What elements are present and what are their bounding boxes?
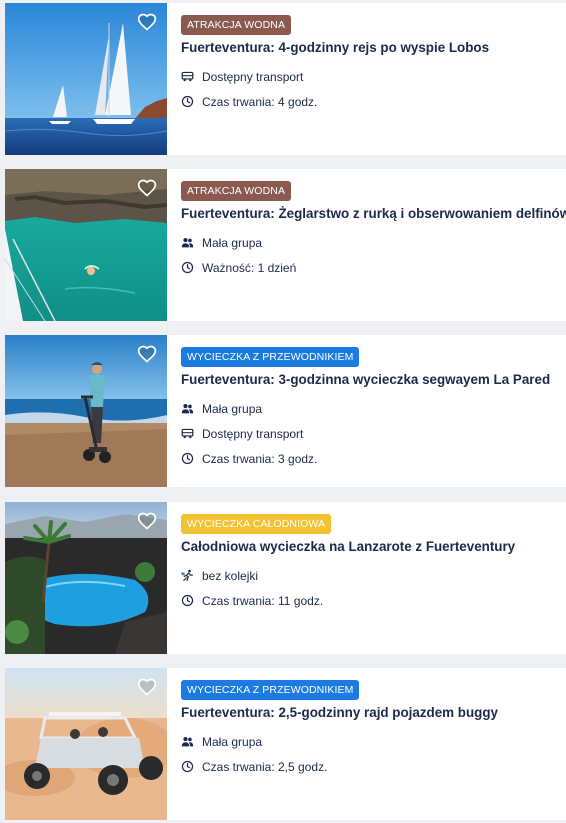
feature-text: Ważność: 1 dzień [202, 260, 297, 275]
activity-features: Mała grupa Dostępny transport Czas trwan… [181, 396, 566, 471]
category-badge: WYCIECZKA Z PRZEWODNIKIEM [181, 680, 360, 700]
feature-text: Czas trwania: 3 godz. [202, 451, 318, 466]
group-icon [181, 238, 194, 248]
clock-icon [181, 452, 194, 465]
activity-info: ATRAKCJA WODNA Fuerteventura: 4-godzinny… [167, 3, 566, 155]
activity-image-snorkeling[interactable] [5, 169, 167, 321]
feature-skip-line: bez kolejki [181, 563, 566, 588]
favorite-heart-icon[interactable] [137, 344, 157, 364]
activity-card[interactable]: WYCIECZKA Z PRZEWODNIKIEM Fuerteventura:… [5, 668, 566, 820]
activity-image-segway[interactable] [5, 335, 167, 487]
feature-text: Mała grupa [202, 401, 263, 416]
activity-info: WYCIECZKA Z PRZEWODNIKIEM Fuerteventura:… [167, 335, 566, 487]
feature-text: bez kolejki [202, 568, 259, 583]
activity-info: WYCIECZKA CAŁODNIOWA Całodniowa wycieczk… [167, 502, 566, 654]
category-badge: ATRAKCJA WODNA [181, 181, 292, 201]
activity-features: Mała grupa Ważność: 1 dzień [181, 230, 566, 280]
feature-transport: Dostępny transport [181, 421, 566, 446]
favorite-heart-icon[interactable] [137, 12, 157, 32]
activity-title[interactable]: Fuerteventura: Żeglarstwo z rurką i obse… [181, 206, 566, 221]
activity-title[interactable]: Fuerteventura: 4-godzinny rejs po wyspie… [181, 40, 566, 55]
feature-duration: Czas trwania: 2,5 godz. [181, 754, 566, 779]
activity-list: ATRAKCJA WODNA Fuerteventura: 4-godzinny… [0, 0, 566, 823]
activity-image-sailing[interactable] [5, 3, 167, 155]
favorite-heart-icon[interactable] [137, 511, 157, 531]
feature-duration: Czas trwania: 3 godz. [181, 446, 566, 471]
feature-validity: Ważność: 1 dzień [181, 255, 566, 280]
category-badge: ATRAKCJA WODNA [181, 15, 292, 35]
clock-icon [181, 261, 194, 274]
bus-icon [181, 71, 194, 82]
feature-transport: Dostępny transport [181, 64, 566, 89]
feature-group-size: Mała grupa [181, 230, 566, 255]
feature-text: Czas trwania: 2,5 godz. [202, 759, 328, 774]
group-icon [181, 404, 194, 414]
activity-card[interactable]: ATRAKCJA WODNA Fuerteventura: Żeglarstwo… [5, 169, 566, 321]
feature-text: Czas trwania: 4 godz. [202, 94, 318, 109]
clock-icon [181, 95, 194, 108]
activity-card[interactable]: ATRAKCJA WODNA Fuerteventura: 4-godzinny… [5, 3, 566, 155]
feature-duration: Czas trwania: 4 godz. [181, 89, 566, 114]
activity-title[interactable]: Fuerteventura: 3-godzinna wycieczka segw… [181, 372, 566, 387]
favorite-heart-icon[interactable] [137, 677, 157, 697]
activity-title[interactable]: Całodniowa wycieczka na Lanzarote z Fuer… [181, 539, 566, 554]
feature-group-size: Mała grupa [181, 729, 566, 754]
category-badge: WYCIECZKA CAŁODNIOWA [181, 514, 332, 534]
activity-title[interactable]: Fuerteventura: 2,5-godzinny rajd pojazde… [181, 705, 566, 720]
feature-text: Mała grupa [202, 235, 263, 250]
feature-duration: Czas trwania: 11 godz. [181, 588, 566, 613]
activity-image-buggy[interactable] [5, 668, 167, 820]
activity-image-lanzarote[interactable] [5, 502, 167, 654]
group-icon [181, 737, 194, 747]
bus-icon [181, 428, 194, 439]
clock-icon [181, 594, 194, 607]
activity-info: ATRAKCJA WODNA Fuerteventura: Żeglarstwo… [167, 169, 566, 321]
running-person-icon [181, 569, 193, 581]
feature-text: Mała grupa [202, 734, 263, 749]
feature-text: Dostępny transport [202, 69, 304, 84]
activity-features: Mała grupa Czas trwania: 2,5 godz. [181, 729, 566, 779]
feature-group-size: Mała grupa [181, 396, 566, 421]
activity-features: bez kolejki Czas trwania: 11 godz. [181, 563, 566, 613]
feature-text: Czas trwania: 11 godz. [202, 593, 324, 608]
activity-features: Dostępny transport Czas trwania: 4 godz. [181, 64, 566, 114]
favorite-heart-icon[interactable] [137, 178, 157, 198]
category-badge: WYCIECZKA Z PRZEWODNIKIEM [181, 347, 360, 367]
activity-card[interactable]: WYCIECZKA CAŁODNIOWA Całodniowa wycieczk… [5, 502, 566, 654]
activity-card[interactable]: WYCIECZKA Z PRZEWODNIKIEM Fuerteventura:… [5, 335, 566, 487]
clock-icon [181, 760, 194, 773]
activity-info: WYCIECZKA Z PRZEWODNIKIEM Fuerteventura:… [167, 668, 566, 820]
feature-text: Dostępny transport [202, 426, 304, 441]
